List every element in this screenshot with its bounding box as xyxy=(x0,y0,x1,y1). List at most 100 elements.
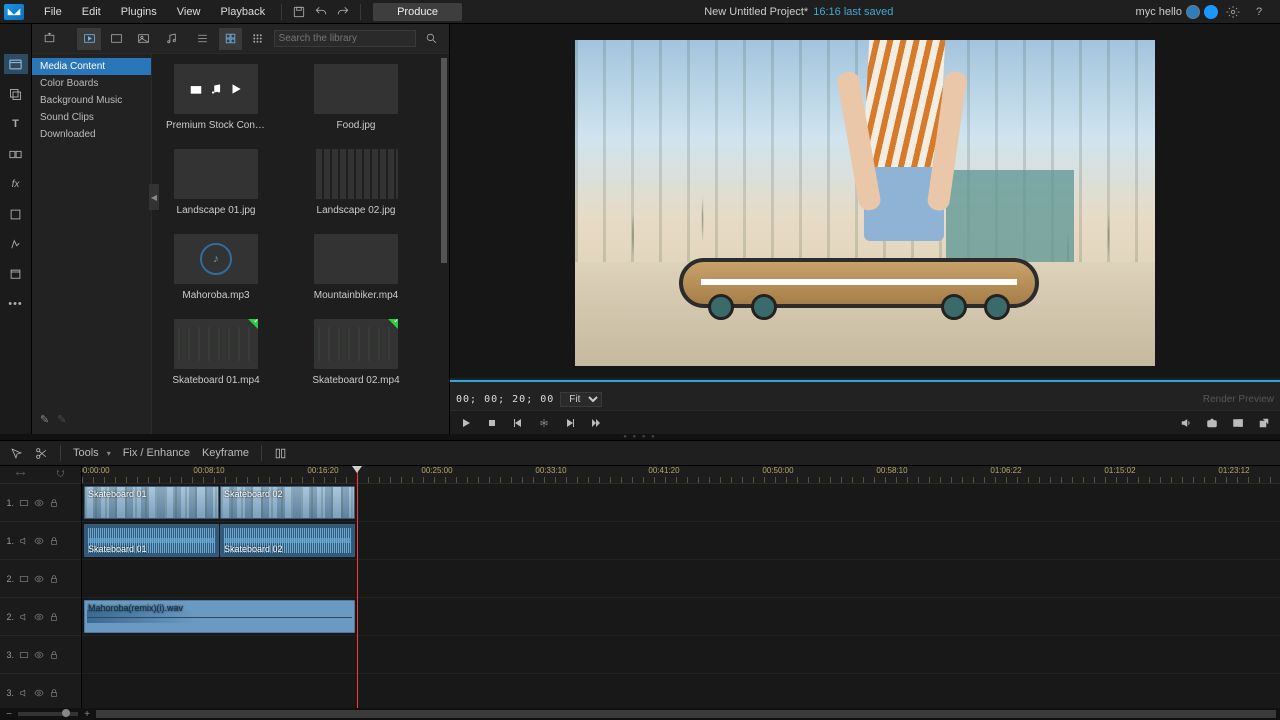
track-video-1[interactable]: Skateboard 01 Skateboard 02 xyxy=(82,484,1280,522)
lock-icon[interactable] xyxy=(48,573,59,584)
clip-video[interactable]: Skateboard 01 xyxy=(84,486,219,519)
media-room-icon[interactable] xyxy=(4,54,28,74)
split-tool-icon[interactable] xyxy=(35,447,48,460)
fast-forward-icon[interactable] xyxy=(586,414,606,432)
media-thumbnail[interactable]: Food.jpg xyxy=(306,64,406,131)
track-audio-3[interactable] xyxy=(82,674,1280,708)
library-scrollbar[interactable] xyxy=(441,58,447,430)
prev-frame-icon[interactable] xyxy=(508,414,528,432)
popout-icon[interactable] xyxy=(1254,414,1274,432)
search-input[interactable] xyxy=(274,30,416,47)
save-icon[interactable] xyxy=(288,2,310,22)
zoom-slider[interactable] xyxy=(18,712,78,716)
transition-room-icon[interactable] xyxy=(4,144,28,164)
undo-icon[interactable] xyxy=(310,2,332,22)
track-header[interactable]: 2. xyxy=(0,560,81,598)
view-grid-icon[interactable] xyxy=(219,28,242,50)
track-header[interactable]: 2. xyxy=(0,598,81,636)
visibility-icon[interactable] xyxy=(33,649,44,660)
playhead[interactable] xyxy=(357,466,358,708)
preview-scrubber[interactable] xyxy=(450,378,1280,388)
fit-timeline-icon[interactable] xyxy=(15,468,26,482)
clip-audio[interactable]: Skateboard 02 xyxy=(220,524,355,557)
menu-view[interactable]: View xyxy=(167,6,211,18)
particle-room-icon[interactable] xyxy=(4,234,28,254)
settings-icon[interactable] xyxy=(1222,2,1244,22)
media-thumbnail[interactable]: Landscape 01.jpg xyxy=(166,149,266,216)
fx-room-icon[interactable]: fx xyxy=(4,174,28,194)
more-tools-icon[interactable] xyxy=(274,447,287,460)
filter-all-icon[interactable] xyxy=(77,28,100,50)
menu-edit[interactable]: Edit xyxy=(72,6,111,18)
play-icon[interactable] xyxy=(456,414,476,432)
keyframe-button[interactable]: Keyframe xyxy=(202,447,249,459)
tag-icon[interactable]: ✎ xyxy=(40,413,49,426)
visibility-icon[interactable] xyxy=(33,573,44,584)
tools-menu[interactable]: Tools xyxy=(73,447,111,459)
view-list-icon[interactable] xyxy=(191,28,214,50)
visibility-icon[interactable] xyxy=(33,611,44,622)
snapshot-icon[interactable] xyxy=(1202,414,1222,432)
lock-icon[interactable] xyxy=(48,611,59,622)
category-sound-clips[interactable]: Sound Clips xyxy=(32,109,151,126)
track-audio-2[interactable]: Mahoroba(remix)(i).wav xyxy=(82,598,1280,636)
track-video-3[interactable] xyxy=(82,636,1280,674)
stop-icon[interactable] xyxy=(482,414,502,432)
view-details-icon[interactable] xyxy=(246,28,269,50)
category-bg-music[interactable]: Background Music xyxy=(32,92,151,109)
next-frame-icon[interactable] xyxy=(560,414,580,432)
timeline-scrollbar[interactable] xyxy=(96,710,1276,718)
media-thumbnail[interactable]: Landscape 02.jpg xyxy=(306,149,406,216)
category-downloaded[interactable]: Downloaded xyxy=(32,126,151,143)
tag-outline-icon[interactable]: ✎ xyxy=(57,413,66,426)
clip-audio[interactable]: Skateboard 01 xyxy=(84,524,219,557)
category-color-boards[interactable]: Color Boards xyxy=(32,75,151,92)
lock-icon[interactable] xyxy=(48,497,59,508)
filter-image-icon[interactable] xyxy=(132,28,155,50)
media-thumbnail[interactable]: Skateboard 01.mp4 xyxy=(166,319,266,386)
media-thumbnail[interactable]: Premium Stock Cont... xyxy=(166,64,266,131)
track-header[interactable]: 1. xyxy=(0,484,81,522)
track-audio-1[interactable]: Skateboard 01 Skateboard 02 xyxy=(82,522,1280,560)
zoom-in-icon[interactable]: + xyxy=(82,709,92,719)
menu-plugins[interactable]: Plugins xyxy=(111,6,167,18)
menu-file[interactable]: File xyxy=(34,6,72,18)
fix-enhance-button[interactable]: Fix / Enhance xyxy=(123,447,190,459)
search-icon[interactable] xyxy=(420,28,443,50)
lock-icon[interactable] xyxy=(48,535,59,546)
lock-icon[interactable] xyxy=(48,649,59,660)
filter-audio-icon[interactable] xyxy=(160,28,183,50)
zoom-out-icon[interactable]: − xyxy=(4,709,14,719)
go-start-icon[interactable] xyxy=(534,414,554,432)
more-rooms-icon[interactable]: ••• xyxy=(4,294,28,314)
redo-icon[interactable] xyxy=(332,2,354,22)
visibility-icon[interactable] xyxy=(33,687,44,698)
category-media-content[interactable]: Media Content xyxy=(32,58,151,75)
cloud-icon[interactable] xyxy=(1204,5,1218,19)
media-thumbnail[interactable]: ♪Mahoroba.mp3 xyxy=(166,234,266,301)
clip-audio-file[interactable]: Mahoroba(remix)(i).wav xyxy=(84,600,355,633)
mute-icon[interactable] xyxy=(1176,414,1196,432)
filter-video-icon[interactable] xyxy=(105,28,128,50)
track-header[interactable]: 3. xyxy=(0,674,81,708)
title-room-icon[interactable]: T xyxy=(4,114,28,134)
preview-canvas[interactable] xyxy=(450,24,1280,376)
media-thumbnail[interactable]: Skateboard 02.mp4 xyxy=(306,319,406,386)
clip-video[interactable]: Skateboard 02 xyxy=(220,486,355,519)
visibility-icon[interactable] xyxy=(33,535,44,546)
produce-button[interactable]: Produce xyxy=(373,3,462,21)
user-avatar-icon[interactable] xyxy=(1186,5,1200,19)
track-video-2[interactable] xyxy=(82,560,1280,598)
dock-icon[interactable] xyxy=(1228,414,1248,432)
snap-icon[interactable] xyxy=(55,468,66,482)
visibility-icon[interactable] xyxy=(33,497,44,508)
import-media-icon[interactable] xyxy=(38,28,61,50)
layers-room-icon[interactable] xyxy=(4,84,28,104)
preview-fit-select[interactable]: Fit xyxy=(560,392,602,407)
time-ruler[interactable]: 00:00:0000:08:1000:16:2000:25:0000:33:10… xyxy=(82,466,1280,484)
menu-playback[interactable]: Playback xyxy=(210,6,275,18)
tracks-area[interactable]: 00:00:0000:08:1000:16:2000:25:0000:33:10… xyxy=(82,466,1280,708)
help-icon[interactable]: ? xyxy=(1248,2,1270,22)
track-header[interactable]: 3. xyxy=(0,636,81,674)
audio-room-icon[interactable] xyxy=(4,264,28,284)
